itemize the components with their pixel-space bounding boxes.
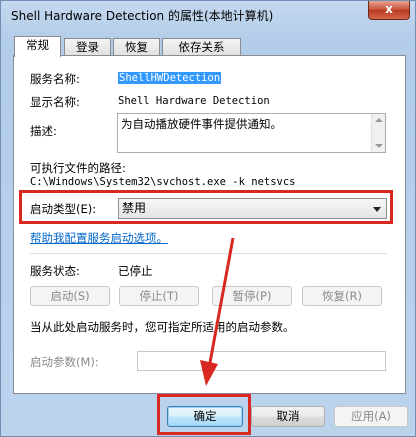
hint-text: 当从此处启动服务时，您可指定所适用的启动参数。: [30, 320, 295, 334]
display-name-value[interactable]: Shell Hardware Detection: [118, 95, 270, 107]
description-label: 描述:: [30, 124, 57, 138]
service-status-value: 已停止: [118, 264, 153, 278]
service-status-label: 服务状态:: [30, 264, 80, 278]
tab-logon[interactable]: 登录: [64, 38, 111, 56]
params-input[interactable]: [137, 351, 386, 371]
divider: [30, 253, 387, 254]
params-label: 启动参数(M):: [30, 355, 99, 369]
startup-type-label: 启动类型(E):: [30, 202, 97, 216]
startup-type-value: 禁用: [122, 201, 147, 215]
tab-recovery[interactable]: 恢复: [113, 38, 160, 56]
tab-general[interactable]: 常规: [14, 36, 61, 57]
chevron-down-icon[interactable]: [373, 207, 381, 212]
help-link[interactable]: 帮助我配置服务启动选项。: [30, 230, 168, 246]
ok-button[interactable]: 确定: [167, 406, 243, 427]
properties-window: Shell Hardware Detection 的属性(本地计算机) x 常规…: [0, 0, 416, 437]
exe-path-label: 可执行文件的路径:: [30, 161, 126, 175]
scroll-up-icon[interactable]: [375, 118, 383, 122]
tab-dependencies[interactable]: 依存关系: [162, 38, 241, 56]
service-name-value[interactable]: ShellHWDetection: [118, 72, 222, 84]
description-box[interactable]: 为自动播放硬件事件提供通知。: [117, 113, 386, 153]
scroll-down-icon[interactable]: [375, 144, 383, 148]
description-value: 为自动播放硬件事件提供通知。: [121, 117, 282, 131]
window-title: Shell Hardware Detection 的属性(本地计算机): [11, 9, 274, 23]
apply-button[interactable]: 应用(A): [334, 406, 408, 427]
description-scrollbar[interactable]: [371, 114, 385, 152]
close-button[interactable]: x: [368, 1, 410, 20]
pause-button[interactable]: 暂停(P): [212, 286, 292, 306]
exe-path-value[interactable]: C:\Windows\System32\svchost.exe -k netsv…: [30, 176, 296, 188]
startup-type-select[interactable]: 禁用: [118, 198, 387, 219]
start-button[interactable]: 启动(S): [30, 286, 110, 306]
cancel-button[interactable]: 取消: [251, 406, 325, 427]
resume-button[interactable]: 恢复(R): [302, 286, 382, 306]
display-name-label: 显示名称:: [30, 95, 80, 109]
service-name-label: 服务名称:: [30, 72, 80, 86]
stop-button[interactable]: 停止(T): [119, 286, 199, 306]
